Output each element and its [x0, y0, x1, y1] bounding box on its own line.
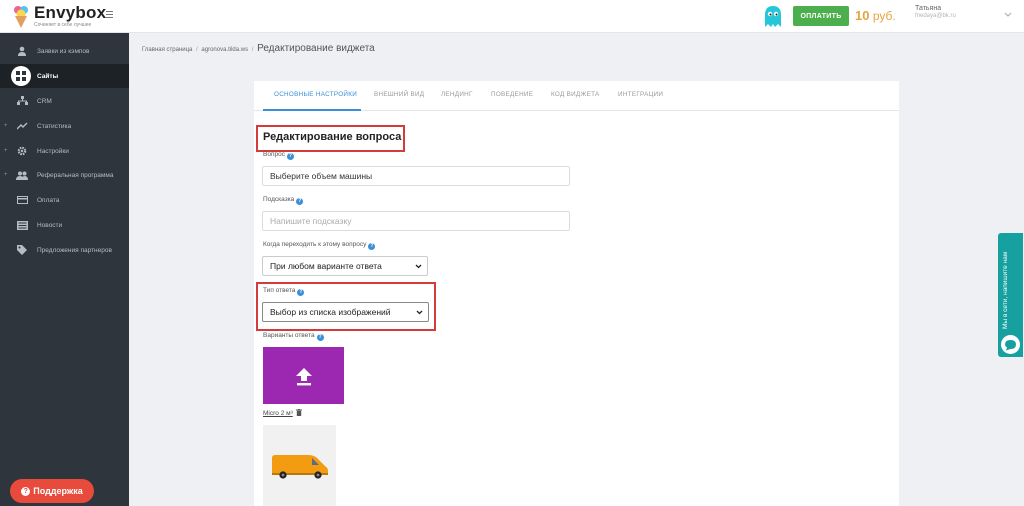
chat-bubble-icon — [1001, 335, 1020, 354]
van-image — [271, 454, 328, 479]
credit-card-icon — [16, 194, 28, 206]
options-label-text: Варианты ответа — [263, 332, 315, 339]
when-select-value: При любом варианте ответа — [270, 261, 382, 271]
tabs-bar: ОСНОВНЫЕ НАСТРОЙКИ ВНЕШНИЙ ВИД ЛЕНДИНГ П… — [254, 81, 899, 111]
logo-name: Envybox — [34, 3, 107, 22]
sidebar-item-label: Статистика — [37, 122, 72, 130]
help-icon[interactable]: ? — [297, 289, 305, 296]
top-bar: Envybox Сочиняет в себе лучшее ОПЛАТИТЬ … — [0, 0, 1024, 33]
sidebar-item-label: Реферальная программа — [37, 171, 114, 179]
tab-landing[interactable]: ЛЕНДИНГ — [441, 91, 473, 98]
sidebar: Заявки из кэмпов Сайты CRM + Статистика … — [0, 33, 129, 506]
help-icon[interactable]: ? — [368, 243, 376, 250]
tab-integrations[interactable]: ИНТЕГРАЦИИ — [618, 91, 663, 98]
breadcrumb: Главная страница / agronova.tilda.ws / Р… — [142, 43, 375, 54]
answer-type-select[interactable]: Выбор из списка изображений — [262, 302, 429, 322]
sidebar-item-label: Настройки — [37, 147, 69, 155]
hint-input[interactable]: Напишите подсказку — [262, 211, 570, 231]
chat-widget-tab[interactable]: Мы в сети, напишите нам — [998, 233, 1023, 357]
grid-icon — [11, 66, 31, 86]
sidebar-item-label: Оплата — [37, 196, 60, 204]
trend-icon — [16, 120, 28, 132]
active-tab-indicator — [263, 109, 361, 111]
users-icon — [16, 169, 28, 181]
hint-label: Подсказка? — [263, 196, 304, 205]
logo-tagline: Сочиняет в себе лучшее — [34, 22, 92, 28]
sidebar-item-sites[interactable]: Сайты — [0, 64, 129, 88]
sidebar-item-label: Заявки из кэмпов — [37, 47, 90, 55]
balance-amount: 10 — [855, 8, 870, 23]
options-label: Варианты ответа? — [263, 332, 324, 341]
balance: 10 руб. — [855, 8, 896, 23]
when-label: Когда переходить к этому вопросу? — [263, 241, 376, 250]
tab-appearance[interactable]: ВНЕШНИЙ ВИД — [374, 91, 424, 98]
answer-type-select-value: Выбор из списка изображений — [270, 307, 391, 317]
user-icon — [16, 45, 28, 57]
hint-label-text: Подсказка — [263, 196, 295, 203]
tab-widget-code[interactable]: КОД ВИДЖЕТА — [551, 91, 600, 98]
sidebar-item-label: CRM — [37, 97, 52, 105]
ghost-mascot-icon[interactable] — [763, 5, 783, 28]
sidebar-item-label: Новости — [37, 221, 63, 229]
ice-cream-icon — [14, 6, 28, 28]
section-title: Редактирование вопроса — [263, 131, 402, 143]
tab-main-settings[interactable]: ОСНОВНЫЕ НАСТРОЙКИ — [274, 91, 357, 98]
newspaper-icon — [16, 219, 28, 231]
option-caption[interactable]: Micro 2 м³ — [263, 409, 302, 417]
chevron-down-icon[interactable] — [1004, 12, 1012, 18]
when-select[interactable]: При любом варианте ответа — [262, 256, 428, 276]
expand-plus-icon[interactable]: + — [4, 123, 8, 129]
help-icon[interactable]: ? — [286, 153, 294, 160]
page-title: Редактирование виджета — [257, 43, 375, 54]
user-name: Татьяна — [915, 5, 942, 12]
breadcrumb-site[interactable]: agronova.tilda.ws — [201, 47, 248, 53]
help-icon[interactable]: ? — [296, 198, 304, 205]
answer-type-label-text: Тип ответа — [263, 287, 296, 294]
upload-image-button[interactable] — [263, 347, 344, 404]
user-menu[interactable]: Татьяна fnedaya@bk.ru — [915, 5, 956, 19]
question-input[interactable]: Выберите объем машины — [262, 166, 570, 186]
breadcrumb-separator: / — [251, 47, 254, 53]
gear-icon — [16, 145, 28, 157]
help-icon[interactable]: ? — [316, 334, 324, 341]
question-label: Вопрос? — [263, 151, 294, 160]
trash-icon[interactable] — [295, 409, 302, 416]
question-icon: ? — [21, 486, 31, 496]
expand-plus-icon[interactable]: + — [4, 172, 8, 178]
hamburger-menu-icon[interactable] — [106, 11, 113, 18]
sidebar-item-crm[interactable]: CRM — [0, 89, 129, 113]
support-button[interactable]: ? Поддержка — [10, 479, 94, 503]
when-label-text: Когда переходить к этому вопросу — [263, 241, 367, 248]
chevron-down-icon — [415, 264, 422, 269]
sidebar-item-partners[interactable]: Предложения партнеров — [0, 238, 129, 262]
option-image[interactable] — [263, 425, 336, 506]
tag-icon — [16, 244, 28, 256]
answer-type-label: Тип ответа? — [263, 287, 305, 296]
upload-icon — [295, 367, 312, 385]
sidebar-item-referral[interactable]: + Реферальная программа — [0, 163, 129, 187]
sitemap-icon — [16, 95, 28, 107]
sidebar-item-payment[interactable]: Оплата — [0, 188, 129, 212]
user-email: fnedaya@bk.ru — [915, 13, 956, 19]
sidebar-item-requests[interactable]: Заявки из кэмпов — [0, 39, 129, 63]
sidebar-item-label: Предложения партнеров — [37, 246, 112, 254]
balance-currency: руб. — [872, 9, 896, 23]
breadcrumb-home[interactable]: Главная страница — [142, 47, 192, 53]
option-caption-text: Micro 2 м³ — [263, 410, 293, 417]
question-label-text: Вопрос — [263, 151, 285, 158]
breadcrumb-separator: / — [196, 47, 198, 53]
sidebar-item-label: Сайты — [37, 72, 59, 80]
expand-plus-icon[interactable]: + — [4, 148, 8, 154]
sidebar-item-news[interactable]: Новости — [0, 213, 129, 237]
sidebar-item-settings[interactable]: + Настройки — [0, 139, 129, 163]
sidebar-item-statistics[interactable]: + Статистика — [0, 114, 129, 138]
chat-widget-text: Мы в сети, напишите нам — [1002, 251, 1009, 329]
pay-button[interactable]: ОПЛАТИТЬ — [793, 6, 849, 26]
chevron-down-icon — [416, 310, 423, 315]
support-label: Поддержка — [33, 486, 83, 496]
tab-behavior[interactable]: ПОВЕДЕНИЕ — [491, 91, 533, 98]
